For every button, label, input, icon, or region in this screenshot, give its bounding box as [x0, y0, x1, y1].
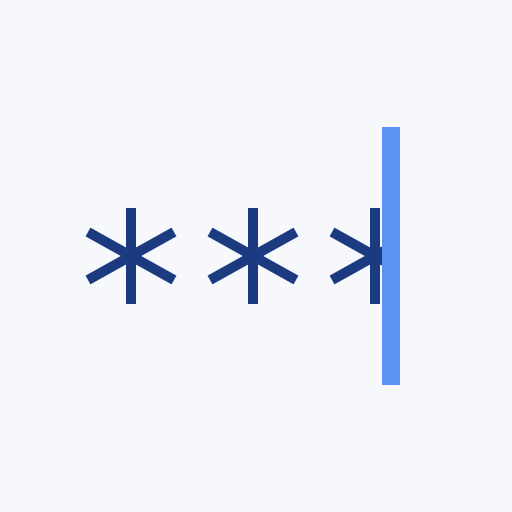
text-caret	[382, 127, 400, 385]
asterisk-icon	[85, 208, 177, 304]
asterisk-partial	[327, 208, 382, 304]
password-field[interactable]	[0, 0, 512, 512]
asterisk-icon	[207, 208, 299, 304]
asterisk-icon	[329, 208, 382, 304]
screen	[0, 0, 512, 512]
